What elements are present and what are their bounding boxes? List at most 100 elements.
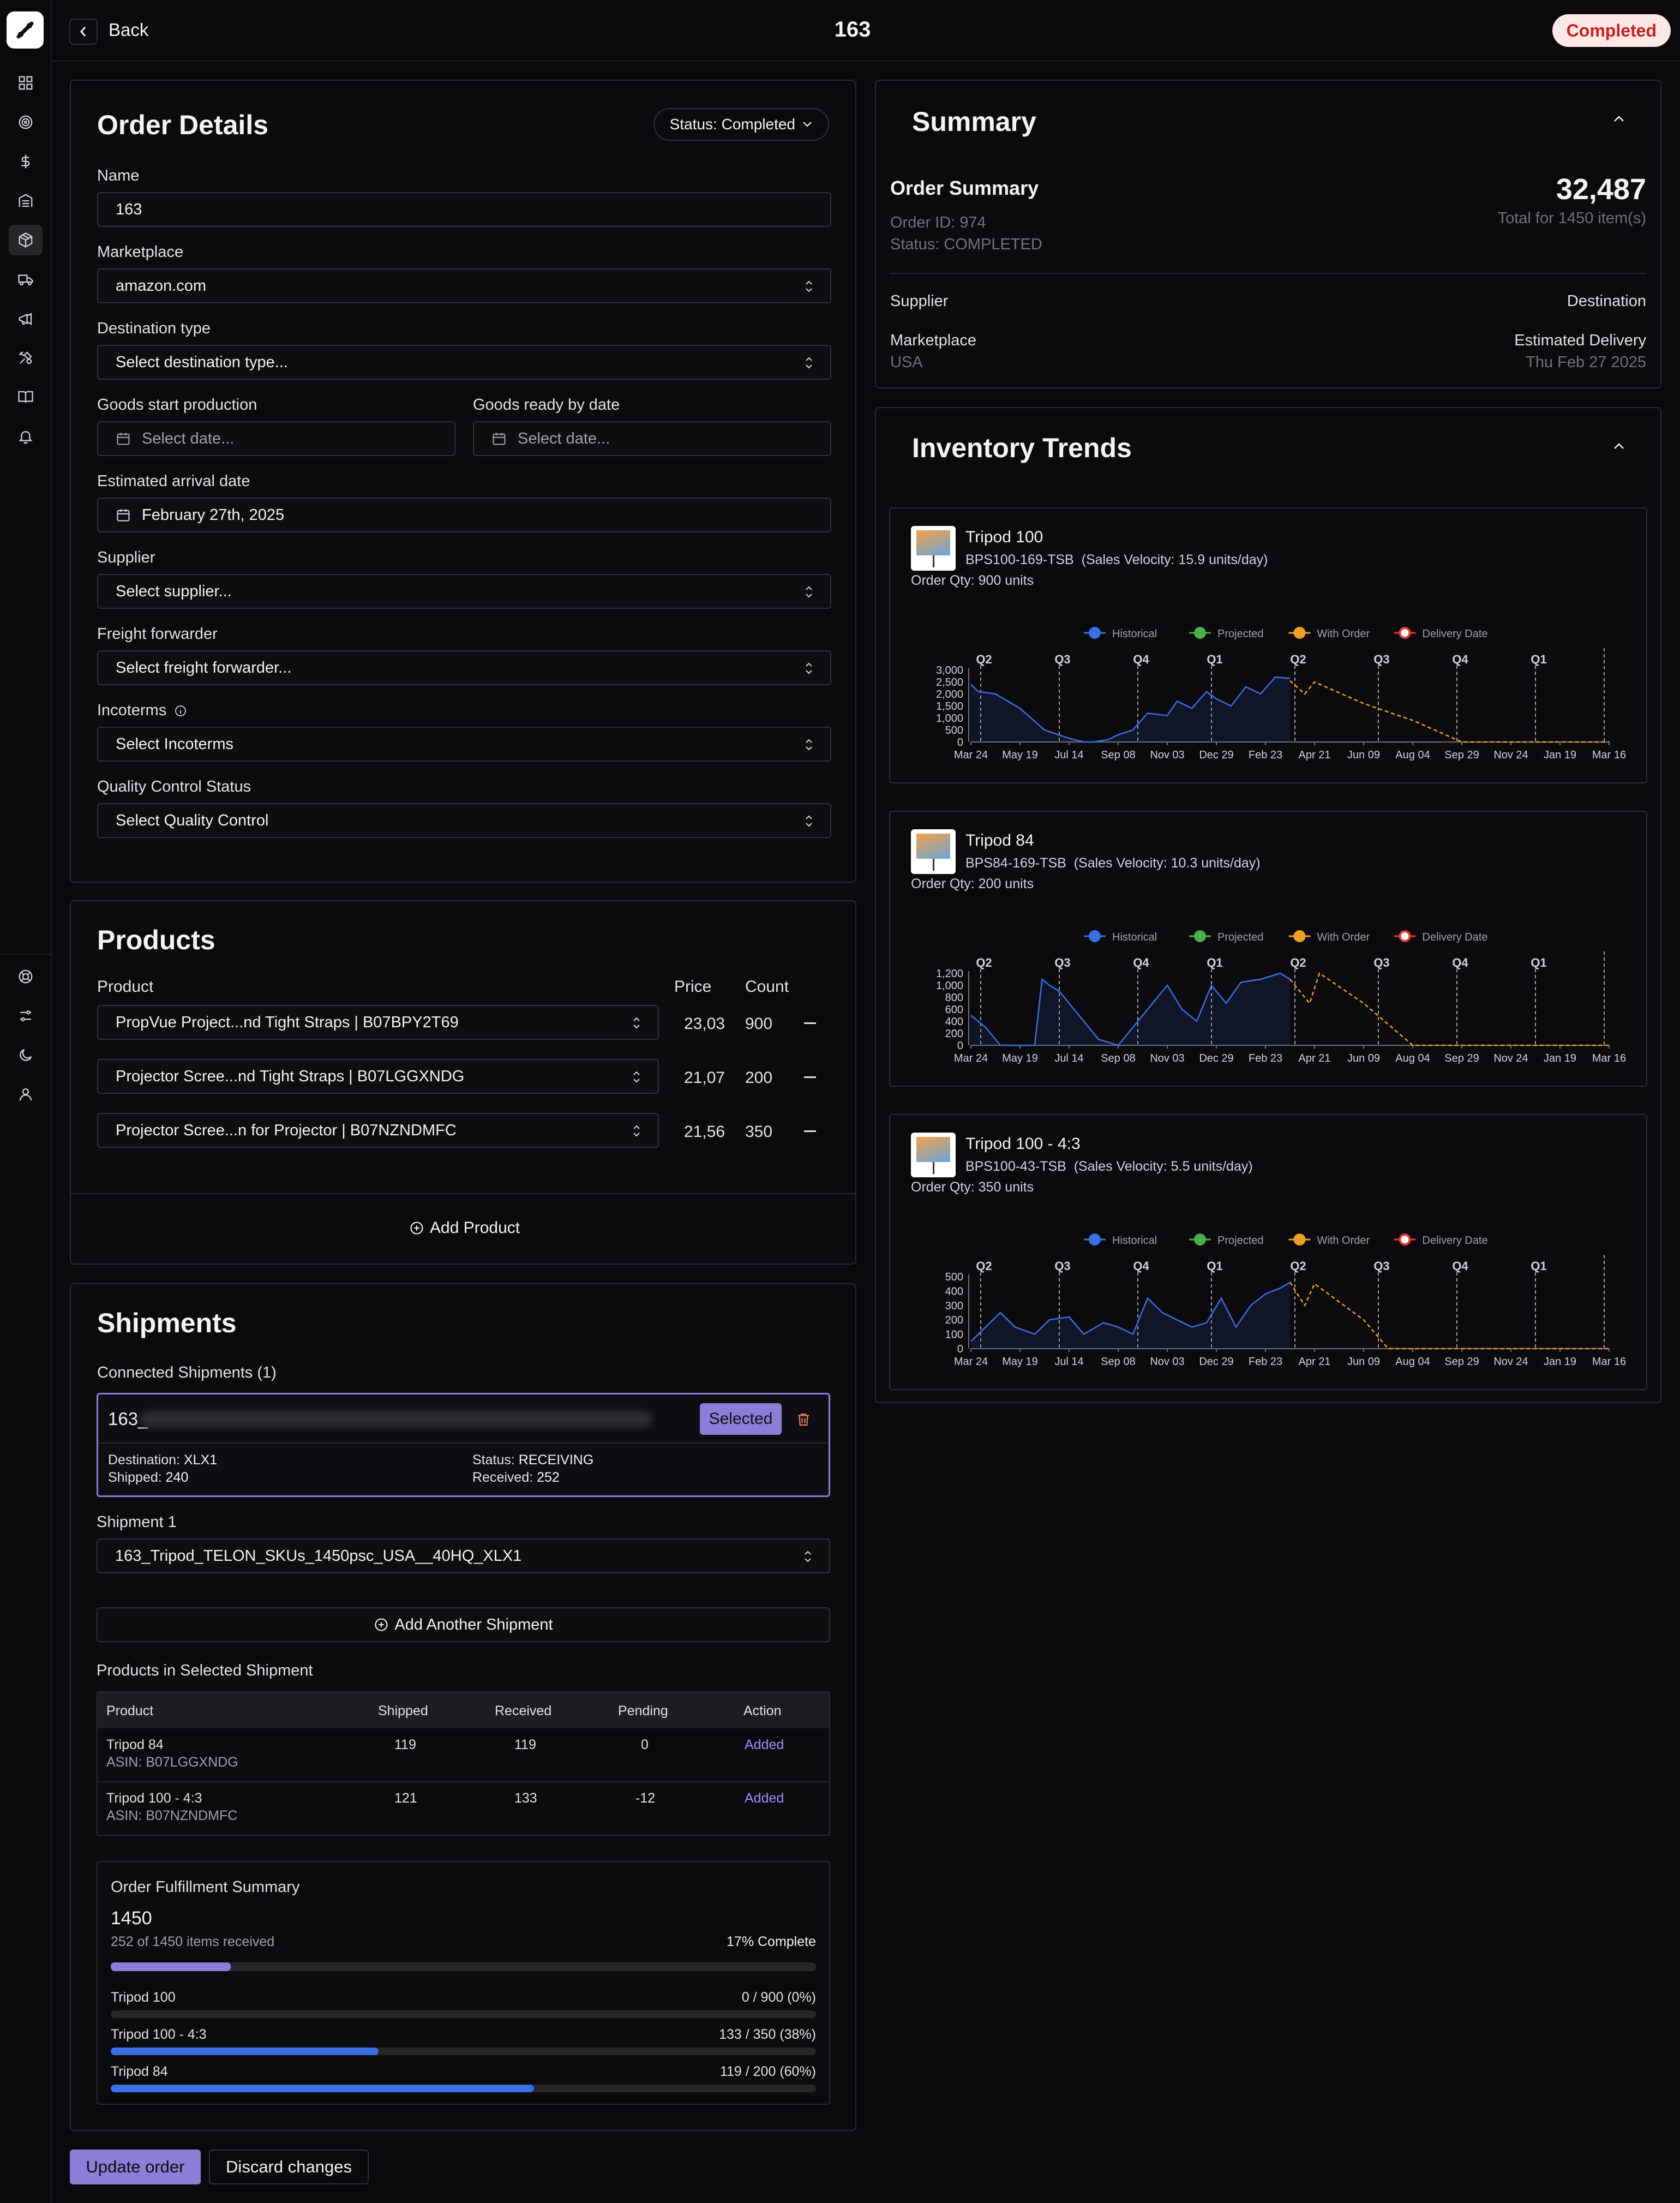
x-tick-label: Mar 16 [1592,1052,1626,1064]
chevron-updown-icon [805,1551,811,1563]
y-tick-label: 100 [945,1329,963,1341]
page-title: 163 [834,17,871,41]
item-progress-text: 119 / 200 (60%) [719,2064,816,2079]
y-tick-label: 600 [945,1004,963,1016]
app-logo[interactable] [7,11,44,49]
calendar-icon [117,433,130,445]
name-input[interactable]: 163 [97,192,831,227]
sliders-icon[interactable] [9,1001,43,1031]
marketplace-value: USA [890,354,923,371]
legend-marker [1399,1234,1411,1246]
goods-start-date-picker[interactable]: Select date... [97,421,455,456]
remove-product-button[interactable] [804,1130,816,1132]
row-asin: ASIN: B07LGGXNDG [106,1755,238,1770]
target-icon[interactable] [9,107,43,137]
dollar-icon[interactable] [9,146,43,177]
package-icon[interactable] [9,225,43,255]
book-icon[interactable] [9,382,43,412]
product-select[interactable]: Projector Scree...n for Projector | B07N… [97,1113,659,1148]
y-tick-label: 0 [957,1343,963,1355]
arrival-date-picker[interactable]: February 27th, 2025 [97,498,831,532]
x-tick-label: Mar 16 [1592,1356,1626,1368]
discard-changes-button[interactable]: Discard changes [209,2150,369,2184]
row-received: 119 [514,1737,536,1752]
supplier-select[interactable]: Select supplier... [97,574,831,609]
product-select[interactable]: PropVue Project...nd Tight Straps | B07B… [97,1005,659,1040]
y-tick-label: 2,000 [936,689,963,701]
goods-ready-date-picker[interactable]: Select date... [473,421,831,456]
x-tick-label: Feb 23 [1249,749,1282,761]
count-column-header: Count [745,978,789,996]
remove-product-button[interactable] [804,1076,816,1078]
add-product-button[interactable]: Add Product [409,1219,520,1237]
row-pending: -12 [635,1791,656,1806]
redacted-shipment-id [140,1411,652,1427]
info-icon[interactable] [174,704,187,717]
legend-label: With Order [1317,931,1370,943]
x-tick-label: Jul 14 [1054,749,1083,761]
x-tick-label: Jan 19 [1544,1052,1576,1064]
legend-label: Projected [1217,628,1264,640]
x-tick-label: Nov 24 [1493,1356,1528,1368]
qc-select[interactable]: Select Quality Control [97,803,831,838]
dashboard-icon[interactable] [9,68,43,98]
chevron-up-icon[interactable] [1611,442,1627,451]
chevron-updown-icon [806,739,812,751]
legend-marker [1194,627,1206,639]
y-tick-label: 0 [957,1040,963,1052]
legend-label: Historical [1112,931,1157,943]
fulfillment-title: Order Fulfillment Summary [111,1878,300,1896]
shipped-label: Shipped: [108,1470,162,1485]
row-action-added[interactable]: Added [745,1791,784,1806]
user-icon[interactable] [9,1079,43,1110]
row-product-name: Tripod 84 [106,1737,164,1752]
freight-forwarder-select[interactable]: Select freight forwarder... [97,650,831,685]
products-card: Products Product Price Count PropVue Pro… [70,900,856,1265]
update-order-button[interactable]: Update order [70,2150,201,2184]
x-tick-label: Sep 08 [1101,749,1135,761]
x-tick-label: Mar 24 [954,1356,988,1368]
incoterms-select[interactable]: Select Incoterms [97,727,831,762]
x-tick-label: Dec 29 [1199,1356,1233,1368]
destination-value: XLX1 [183,1452,218,1468]
chevron-updown-icon [806,280,812,292]
row-shipped: 121 [394,1791,417,1806]
selected-badge[interactable]: Selected [700,1403,782,1435]
chevron-up-icon[interactable] [1611,115,1627,123]
incoterms-label-text: Incoterms [97,702,167,719]
bell-icon[interactable] [9,421,43,452]
inventory-chart: Historical Projected With Order Delivery Da… [936,627,1626,761]
remove-product-button[interactable] [804,1022,816,1024]
x-tick-label: May 19 [1002,1052,1038,1064]
product-count[interactable]: 900 [745,1015,772,1033]
status-dropdown[interactable]: Status: Completed [653,108,829,141]
received-label: Received: [472,1470,533,1485]
row-action-added[interactable]: Added [745,1737,784,1753]
destination-type-select[interactable]: Select destination type... [97,345,831,380]
marketplace-select[interactable]: amazon.com [97,268,831,303]
tools-icon[interactable] [9,343,43,373]
x-tick-label: Dec 29 [1199,1052,1233,1064]
warehouse-icon[interactable] [9,185,43,216]
order-summary-label: Order Summary [890,177,1039,199]
qc-label: Quality Control Status [97,778,251,795]
trash-icon[interactable] [795,1411,812,1428]
shipment1-select[interactable]: 163_Tripod_TELON_SKUs_1450psc_USA__40HQ_… [97,1538,830,1573]
product-price: 21,07 [684,1069,725,1087]
moon-icon[interactable] [9,1040,43,1070]
product-count[interactable]: 350 [745,1123,772,1141]
truck-icon[interactable] [9,264,43,295]
row-pending: 0 [641,1737,649,1752]
lifebuoy-icon[interactable] [9,961,43,992]
megaphone-icon[interactable] [9,303,43,334]
add-another-shipment-button[interactable]: Add Another Shipment [97,1607,830,1642]
product-count[interactable]: 200 [745,1069,772,1087]
item-progress-text: 0 / 900 (0%) [741,1990,816,2005]
row-received: 133 [514,1791,537,1806]
connected-shipment-card[interactable]: 163_ Selected Destination: XLX1 Shipped:… [97,1393,830,1497]
product-select[interactable]: Projector Scree...nd Tight Straps | B07L… [97,1059,659,1094]
delivery-value: Thu Feb 27 2025 [1526,354,1646,371]
products-in-shipment-label: Products in Selected Shipment [97,1662,313,1679]
x-tick-label: Aug 04 [1395,749,1430,761]
chevron-updown-icon [806,815,812,827]
